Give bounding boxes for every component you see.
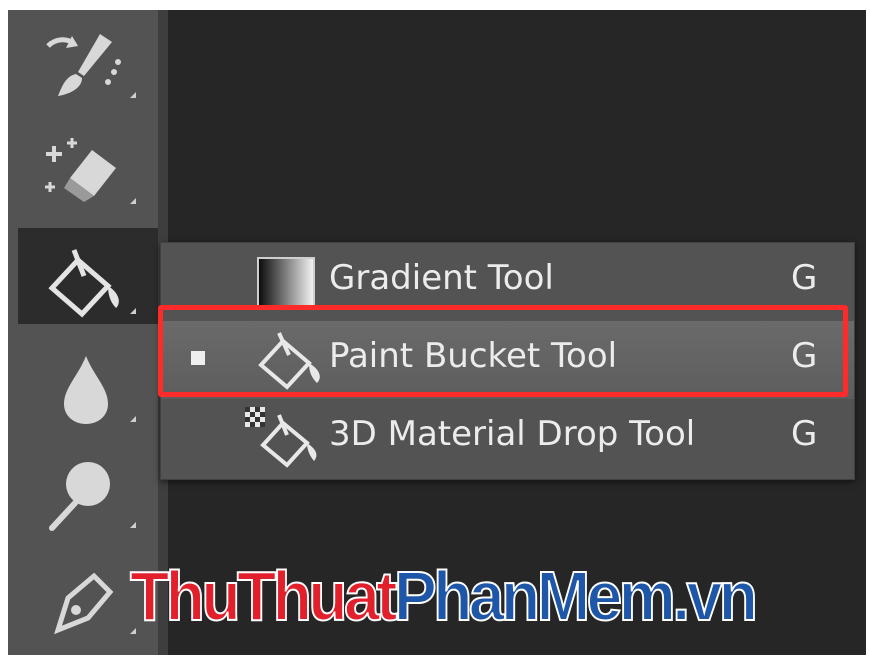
highlight-box <box>158 305 848 397</box>
eraser-tool-button[interactable] <box>8 116 158 212</box>
menu-item-label: 3D Material Drop Tool <box>329 414 696 454</box>
history-brush-tool-button[interactable] <box>8 10 158 106</box>
menu-item-label: Gradient Tool <box>329 258 554 298</box>
blur-tool-button[interactable] <box>8 334 158 430</box>
submenu-indicator-icon <box>130 198 136 204</box>
menu-item-3d-material-drop-tool[interactable]: 3D Material Drop Tool G <box>161 399 854 477</box>
pen-nib-icon <box>54 572 114 635</box>
submenu-indicator-icon <box>130 522 136 528</box>
photoshop-window: Gradient Tool G Paint Bucket Tool G 3D M… <box>8 10 866 655</box>
eraser-icon <box>45 138 116 202</box>
paint-bucket-tool-button[interactable] <box>18 228 158 324</box>
watermark-part-blue: PhanMem.vn <box>393 556 759 636</box>
watermark-part-red: ThuThuat <box>129 556 398 636</box>
3d-material-drop-icon <box>245 407 317 468</box>
history-brush-icon <box>46 34 121 96</box>
dodge-tool-button[interactable] <box>8 440 158 536</box>
gradient-icon <box>257 257 315 307</box>
submenu-indicator-icon <box>130 416 136 422</box>
paint-bucket-icon <box>48 249 119 318</box>
shortcut-key: G <box>791 258 818 298</box>
submenu-indicator-icon <box>130 92 136 98</box>
watermark-logo: ThuThuatPhanMem.vn <box>129 556 759 636</box>
droplet-icon <box>64 356 108 424</box>
submenu-indicator-icon <box>130 308 136 314</box>
dodge-icon <box>49 462 110 531</box>
shortcut-key: G <box>791 414 818 454</box>
